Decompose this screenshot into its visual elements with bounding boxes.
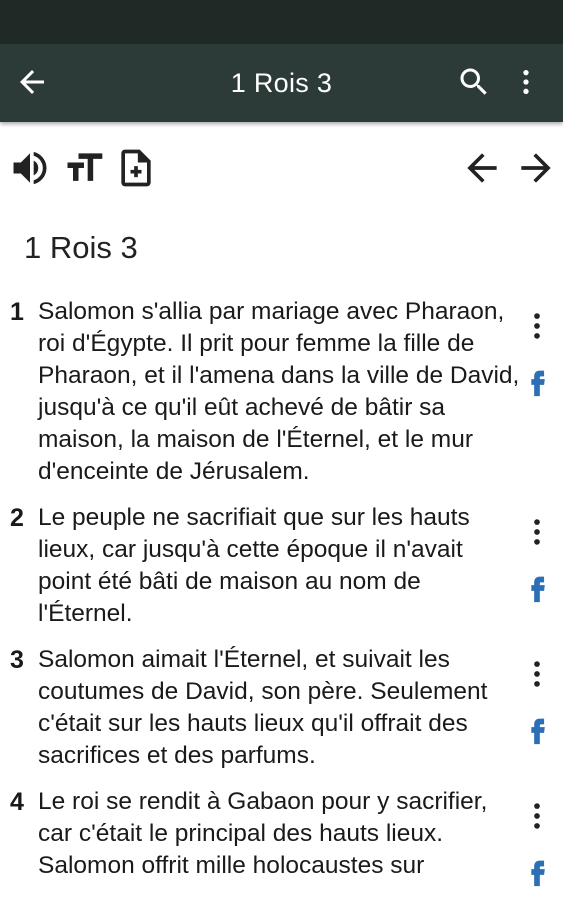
text-size-icon[interactable] bbox=[62, 146, 106, 190]
verse-number: 3 bbox=[10, 646, 24, 674]
facebook-share-icon[interactable] bbox=[520, 708, 554, 752]
volume-icon[interactable] bbox=[8, 146, 52, 190]
verse-actions bbox=[520, 306, 554, 404]
verse-text[interactable]: Le roi se rendit à Gabaon pour y sacrifi… bbox=[38, 786, 522, 882]
verse-number: 2 bbox=[10, 504, 24, 532]
verse-2: 2 Le peuple ne sacrifiait que sur les ha… bbox=[0, 502, 563, 630]
reader-toolbar bbox=[0, 140, 563, 196]
previous-chapter-icon[interactable] bbox=[460, 146, 504, 190]
chapter-heading: 1 Rois 3 bbox=[24, 230, 138, 265]
verse-3: 3 Salomon aimait l'Éternel, et suivait l… bbox=[0, 644, 563, 772]
verse-4: 4 Le roi se rendit à Gabaon pour y sacri… bbox=[0, 786, 563, 887]
verse-1: 1 Salomon s'allia par mariage avec Phara… bbox=[0, 296, 563, 488]
more-vert-icon[interactable] bbox=[510, 64, 542, 100]
facebook-share-icon[interactable] bbox=[520, 566, 554, 610]
status-bar bbox=[0, 0, 563, 44]
verse-list: 1 Salomon s'allia par mariage avec Phara… bbox=[0, 296, 563, 896]
verse-actions bbox=[520, 796, 554, 894]
search-icon[interactable] bbox=[456, 64, 492, 100]
more-vert-icon[interactable] bbox=[520, 654, 554, 694]
add-note-icon[interactable] bbox=[114, 146, 158, 190]
facebook-share-icon[interactable] bbox=[520, 360, 554, 404]
next-chapter-icon[interactable] bbox=[514, 146, 558, 190]
app-bar: 1 Rois 3 bbox=[0, 44, 563, 122]
verse-number: 4 bbox=[10, 788, 24, 816]
verse-text[interactable]: Salomon s'allia par mariage avec Pharaon… bbox=[38, 296, 522, 488]
verse-text[interactable]: Salomon aimait l'Éternel, et suivait les… bbox=[38, 644, 522, 772]
verse-actions bbox=[520, 512, 554, 610]
facebook-share-icon[interactable] bbox=[520, 850, 554, 894]
verse-number: 1 bbox=[10, 298, 24, 326]
more-vert-icon[interactable] bbox=[520, 306, 554, 346]
verse-text[interactable]: Le peuple ne sacrifiait que sur les haut… bbox=[38, 502, 522, 630]
more-vert-icon[interactable] bbox=[520, 796, 554, 836]
verse-actions bbox=[520, 654, 554, 752]
more-vert-icon[interactable] bbox=[520, 512, 554, 552]
